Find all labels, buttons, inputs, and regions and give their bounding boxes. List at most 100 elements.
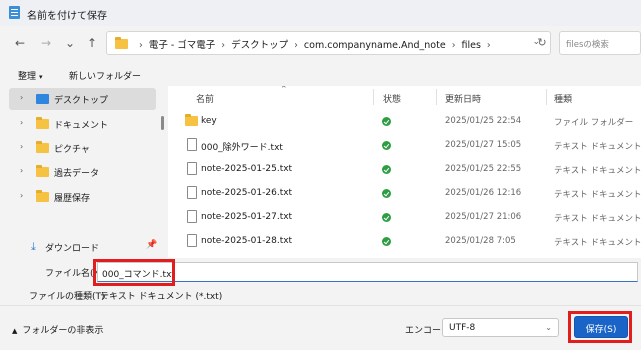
title-bar: 名前を付けて保存 xyxy=(0,0,641,26)
sync-status-icon xyxy=(382,165,391,174)
forward-arrow-icon[interactable]: → xyxy=(38,35,54,51)
dialog-footer: ▲ フォルダーの非表示 エンコード: UTF-8 ⌄ 保存(S) xyxy=(0,305,641,350)
back-arrow-icon[interactable]: ← xyxy=(12,35,28,51)
encoding-select[interactable]: UTF-8 ⌄ xyxy=(442,318,559,337)
column-header-status[interactable]: 状態 xyxy=(383,92,401,105)
chevron-right-icon[interactable]: › xyxy=(20,118,23,127)
file-name: note-2025-01-26.txt xyxy=(201,188,293,198)
folder-icon xyxy=(36,141,49,153)
refresh-icon[interactable]: ↻ xyxy=(530,31,554,55)
breadcrumb-separator: › xyxy=(486,40,491,51)
breadcrumb-separator: › xyxy=(139,40,143,51)
breadcrumb-item[interactable]: デスクトップ xyxy=(231,40,288,51)
search-placeholder: filesの検索 xyxy=(566,40,609,50)
chevron-right-icon[interactable]: › xyxy=(20,93,23,102)
pin-icon[interactable]: 📌 xyxy=(146,240,157,250)
folder-icon xyxy=(115,37,128,49)
folder-icon xyxy=(36,190,49,202)
column-header-type[interactable]: 種類 xyxy=(554,92,572,105)
file-row[interactable]: note-2025-01-25.txt 2025/01/25 22:55 テキス… xyxy=(168,159,641,183)
file-type: テキスト ドキュメント xyxy=(554,238,641,248)
column-divider[interactable] xyxy=(546,89,547,105)
text-file-icon xyxy=(187,210,197,223)
sidebar-item-label: デスクトップ xyxy=(54,96,109,106)
recent-locations-chevron-icon[interactable]: ⌄ xyxy=(62,35,78,51)
desktop-icon xyxy=(36,94,49,104)
download-icon: ⤓ xyxy=(31,240,36,253)
sidebar-item-label: ピクチャ xyxy=(54,145,90,155)
file-row[interactable]: note-2025-01-26.txt 2025/01/26 12:16 テキス… xyxy=(168,183,641,207)
breadcrumb-item[interactable]: com.companyname.And_note xyxy=(304,40,446,51)
sidebar-scrollbar[interactable] xyxy=(161,116,164,130)
file-name: note-2025-01-27.txt xyxy=(201,212,293,222)
file-modified: 2025/01/25 22:55 xyxy=(445,164,522,174)
sidebar-item-label: ドキュメント xyxy=(54,121,109,131)
file-modified: 2025/01/27 21:06 xyxy=(445,212,522,222)
up-arrow-icon[interactable]: ↑ xyxy=(84,35,100,51)
sidebar-item-label: 履歴保存 xyxy=(54,194,91,204)
file-name: note-2025-01-25.txt xyxy=(201,164,293,174)
command-bar: 整理 ▾ 新しいフォルダー xyxy=(0,64,641,86)
chevron-right-icon[interactable]: › xyxy=(20,142,23,151)
chevron-right-icon[interactable]: › xyxy=(20,166,23,175)
breadcrumb-item[interactable]: files xyxy=(462,40,481,51)
sync-status-icon xyxy=(382,213,391,222)
sidebar-item-downloads[interactable]: ⤓ ダウンロード 📌 xyxy=(0,236,160,256)
text-file-icon xyxy=(187,186,197,199)
breadcrumb-separator: › xyxy=(294,40,298,51)
file-name: 000_除外ワード.txt xyxy=(201,143,283,153)
file-row[interactable]: note-2025-01-27.txt 2025/01/27 21:06 テキス… xyxy=(168,207,641,231)
chevron-down-icon: ⌄ xyxy=(545,323,552,332)
breadcrumb-separator: › xyxy=(221,40,226,51)
sidebar-item-history[interactable]: › 履歴保存 xyxy=(0,186,156,208)
file-modified: 2025/01/27 15:05 xyxy=(445,140,522,150)
column-header-name[interactable]: 名前 xyxy=(196,92,214,105)
filetype-select[interactable]: テキスト ドキュメント (*.txt) xyxy=(100,289,222,302)
sidebar-item-label: 過去データ xyxy=(54,169,100,179)
column-divider[interactable] xyxy=(436,89,437,105)
sidebar-item-desktop[interactable]: › デスクトップ xyxy=(9,88,156,110)
sync-status-icon xyxy=(382,117,391,126)
breadcrumb-item[interactable]: 電子 - ゴマ電子 xyxy=(149,40,215,51)
file-row[interactable]: 000_除外ワード.txt 2025/01/27 15:05 テキスト ドキュメ… xyxy=(168,135,641,159)
chevron-up-icon: ▲ xyxy=(12,327,18,335)
hide-folders-button[interactable]: ▲ フォルダーの非表示 xyxy=(12,323,103,336)
text-file-icon xyxy=(187,234,197,247)
chevron-down-icon: ▾ xyxy=(39,73,43,81)
file-type: テキスト ドキュメント xyxy=(554,214,641,224)
search-input[interactable]: filesの検索 xyxy=(559,31,641,55)
file-row[interactable]: note-2025-01-28.txt 2025/01/28 7:05 テキスト… xyxy=(168,231,641,255)
breadcrumb: › 電子 - ゴマ電子 › デスクトップ › com.companyname.And_no… xyxy=(133,37,497,51)
file-list: ⌃ 名前 状態 更新日時 種類 key 2025/01/25 22:54 ファイ… xyxy=(168,86,641,258)
sidebar-item-past-data[interactable]: › 過去データ xyxy=(0,161,156,183)
organize-button[interactable]: 整理 ▾ xyxy=(18,69,43,82)
file-type: テキスト ドキュメント xyxy=(554,190,641,200)
hide-folders-label: フォルダーの非表示 xyxy=(22,326,104,336)
sort-ascending-icon: ⌃ xyxy=(280,86,288,95)
new-folder-button[interactable]: 新しいフォルダー xyxy=(69,69,141,82)
address-bar[interactable]: › 電子 - ゴマ電子 › デスクトップ › com.companyname.And_no… xyxy=(106,31,551,55)
column-divider[interactable] xyxy=(373,89,374,105)
notepad-icon xyxy=(9,6,20,19)
chevron-right-icon[interactable]: › xyxy=(20,191,23,200)
sync-status-icon xyxy=(382,141,391,150)
navigation-pane: › デスクトップ › ドキュメント › ピクチャ › 過去データ › 履歴保存 … xyxy=(0,86,168,258)
file-modified: 2025/01/28 7:05 xyxy=(445,236,516,246)
file-type: テキスト ドキュメント xyxy=(554,142,641,152)
column-header-row: ⌃ 名前 状態 更新日時 種類 xyxy=(168,86,641,108)
encoding-value: UTF-8 xyxy=(449,323,476,333)
address-row: ← → ⌄ ↑ › 電子 - ゴマ電子 › デスクトップ › com.companynam… xyxy=(0,26,641,60)
sidebar-item-documents[interactable]: › ドキュメント xyxy=(0,113,156,135)
file-type: ファイル フォルダー xyxy=(554,118,634,128)
file-row[interactable]: key 2025/01/25 22:54 ファイル フォルダー xyxy=(168,111,641,135)
window-title: 名前を付けて保存 xyxy=(27,11,107,22)
file-name: note-2025-01-28.txt xyxy=(201,236,293,246)
file-name: key xyxy=(201,116,217,126)
filename-input[interactable]: 000_コマンド.txt xyxy=(97,262,638,282)
highlight-annotation xyxy=(93,259,175,286)
folder-icon xyxy=(185,114,198,126)
sidebar-item-pictures[interactable]: › ピクチャ xyxy=(0,137,156,159)
sync-status-icon xyxy=(382,189,391,198)
column-header-modified[interactable]: 更新日時 xyxy=(445,92,481,105)
sync-status-icon xyxy=(382,237,391,246)
